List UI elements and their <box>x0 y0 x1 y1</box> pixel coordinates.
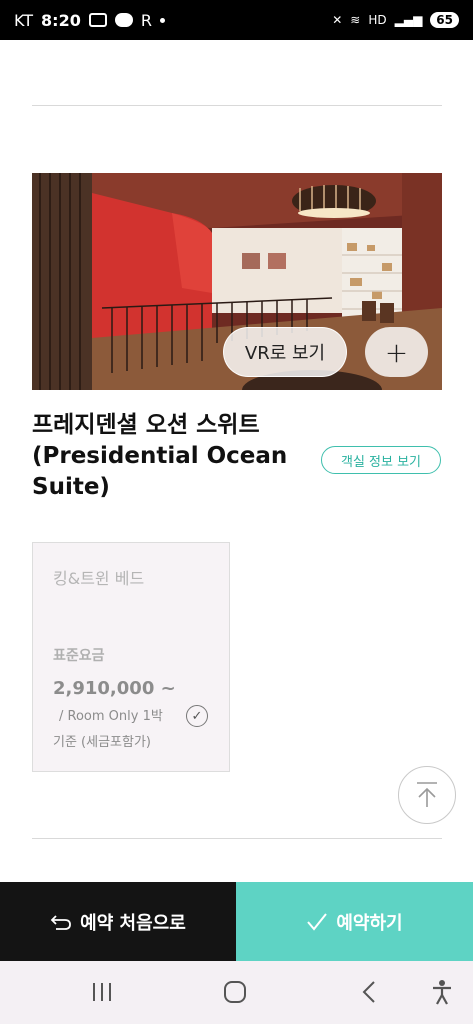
check-icon <box>307 912 328 931</box>
undo-arrow-icon <box>50 914 72 930</box>
clock: 8:20 <box>41 10 81 30</box>
recent-apps-icon <box>93 983 111 1001</box>
vr-view-button[interactable]: VR로 보기 <box>223 327 347 377</box>
wifi-icon: ≋ <box>350 13 361 27</box>
rate-card[interactable]: 킹&트윈 베드 표준요금 2,910,000 ~ / Room Only 1박 … <box>32 542 230 772</box>
restart-booking-button[interactable]: 예약 처음으로 <box>0 882 236 961</box>
accessibility-icon <box>433 980 451 1005</box>
system-navigation-bar <box>0 961 473 1024</box>
book-button[interactable]: 예약하기 <box>236 882 473 961</box>
carrier-label: KT <box>14 10 34 30</box>
back-button[interactable] <box>355 979 383 1005</box>
bottom-action-bar: 예약 처음으로 예약하기 <box>0 882 473 961</box>
scroll-top-icon <box>417 782 437 807</box>
app-notification-icon: R <box>140 10 152 30</box>
screenshot-icon <box>88 13 107 27</box>
signal-icon: ▂▄▆ <box>394 13 423 27</box>
divider <box>32 105 442 106</box>
room-info-label: 객실 정보 보기 <box>340 454 422 470</box>
rate-price: 2,910,000 ~ <box>53 678 176 699</box>
back-icon <box>362 981 375 1003</box>
more-notifications-icon <box>159 17 165 23</box>
scroll-top-button[interactable] <box>398 766 456 824</box>
bed-type: 킹&트윈 베드 <box>53 569 145 588</box>
mute-icon: ✕ <box>332 13 343 27</box>
check-icon[interactable]: ✓ <box>186 705 208 727</box>
vr-view-label: VR로 보기 <box>244 343 326 364</box>
talk-icon <box>114 13 133 27</box>
restart-booking-label: 예약 처음으로 <box>80 912 186 934</box>
home-button[interactable] <box>221 979 249 1005</box>
rate-unit: / Room Only 1박 <box>59 709 163 724</box>
accessibility-button[interactable] <box>428 979 456 1005</box>
rate-label: 표준요금 <box>53 648 105 664</box>
divider <box>32 838 442 839</box>
status-bar: KT 8:20 R ✕ ≋ HD ▂▄▆ 65 <box>0 0 473 40</box>
room-title: 프레지덴셜 오션 스위트 (Presidential Ocean Suite) <box>32 412 288 500</box>
network-type-label: HD <box>368 13 387 27</box>
recent-apps-button[interactable] <box>88 979 116 1005</box>
book-label: 예약하기 <box>336 912 403 934</box>
room-info-button[interactable]: 객실 정보 보기 <box>321 446 441 474</box>
plus-icon: + <box>384 335 409 369</box>
battery-indicator: 65 <box>430 12 459 28</box>
tax-note: 기준 (세금포함가) <box>53 735 151 750</box>
more-photos-button[interactable]: + <box>365 327 428 377</box>
home-icon <box>224 981 246 1003</box>
